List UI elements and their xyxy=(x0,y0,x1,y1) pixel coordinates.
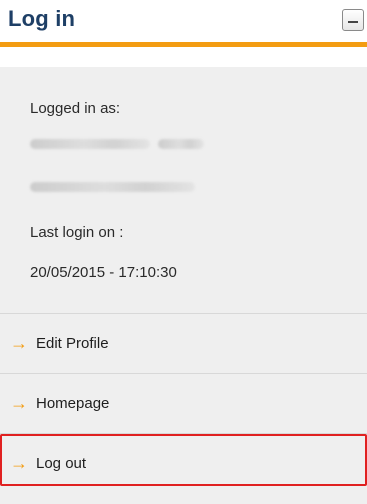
homepage-label: Homepage xyxy=(36,395,110,412)
last-login-value: 20/05/2015 - 17:10:30 xyxy=(30,264,177,281)
redacted-username-suffix xyxy=(158,139,204,149)
redacted-username xyxy=(30,139,150,149)
session-info: Logged in as: Last login on : 20/05/2015… xyxy=(0,67,367,314)
minus-icon xyxy=(348,21,358,23)
arrow-right-icon: → xyxy=(10,453,28,473)
edit-profile-label: Edit Profile xyxy=(36,335,109,352)
arrow-right-icon: → xyxy=(10,393,28,413)
last-login-label: Last login on : xyxy=(30,224,124,241)
log-out-link[interactable]: → Log out xyxy=(0,434,367,486)
widget-header: Log in xyxy=(0,0,367,40)
minimize-button[interactable] xyxy=(342,9,364,31)
log-out-label: Log out xyxy=(36,455,87,472)
arrow-right-icon: → xyxy=(10,333,28,353)
edit-profile-link[interactable]: → Edit Profile xyxy=(0,314,367,374)
logged-in-label: Logged in as: xyxy=(30,100,121,117)
header-divider xyxy=(0,42,367,47)
homepage-link[interactable]: → Homepage xyxy=(0,374,367,434)
widget-title: Log in xyxy=(8,6,76,31)
redacted-role xyxy=(30,182,195,192)
login-widget: Log in Logged in as: Last login on : 20/… xyxy=(0,0,367,504)
widget-body: Logged in as: Last login on : 20/05/2015… xyxy=(0,67,367,504)
